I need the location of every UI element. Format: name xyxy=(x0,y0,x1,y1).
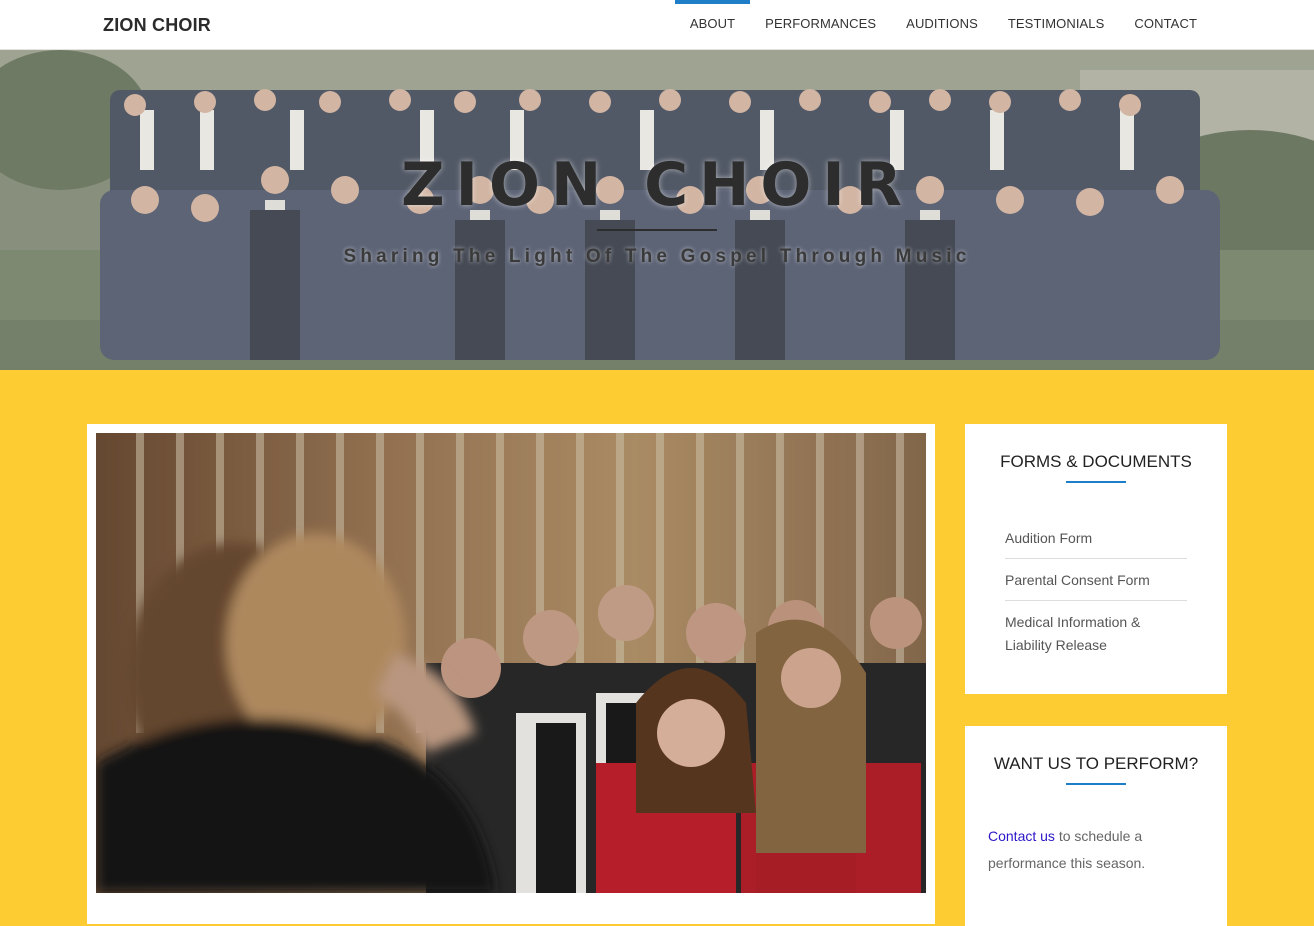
nav-auditions[interactable]: AUDITIONS xyxy=(891,0,993,50)
hero-subtitle: Sharing The Light Of The Gospel Through … xyxy=(343,246,971,267)
hero-divider xyxy=(597,229,717,231)
forms-title-underline xyxy=(1066,481,1126,483)
hero-title: ZION CHOIR xyxy=(401,150,913,220)
nav-testimonials[interactable]: TESTIMONIALS xyxy=(993,0,1120,50)
contact-us-link[interactable]: Contact us xyxy=(988,828,1055,844)
main-content-card xyxy=(87,424,935,924)
choir-performance-photo xyxy=(96,433,926,893)
forms-widget: FORMS & DOCUMENTS Audition Form Parental… xyxy=(965,424,1227,694)
nav-about[interactable]: ABOUT xyxy=(674,0,751,50)
perform-title-underline xyxy=(1066,783,1126,785)
site-header: ZION CHOIR ABOUT PERFORMANCES AUDITIONS … xyxy=(0,0,1314,50)
form-link-medical-release[interactable]: Medical Information & Liability Release xyxy=(1005,610,1187,665)
perform-widget-title: WANT US TO PERFORM? xyxy=(993,754,1199,773)
forms-list: Audition Form Parental Consent Form Medi… xyxy=(1005,526,1187,674)
form-link-audition[interactable]: Audition Form xyxy=(1005,526,1187,559)
perform-widget: WANT US TO PERFORM? Contact us to schedu… xyxy=(965,726,1227,926)
perform-text: Contact us to schedule a performance thi… xyxy=(988,823,1188,877)
hero-banner: ZION CHOIR Sharing The Light Of The Gosp… xyxy=(0,50,1314,370)
choir-performance-image xyxy=(96,433,926,893)
main-nav: ABOUT PERFORMANCES AUDITIONS TESTIMONIAL… xyxy=(674,0,1212,50)
nav-performances[interactable]: PERFORMANCES xyxy=(750,0,891,50)
nav-contact[interactable]: CONTACT xyxy=(1119,0,1212,50)
form-link-parental-consent[interactable]: Parental Consent Form xyxy=(1005,568,1187,601)
site-logo[interactable]: ZION CHOIR xyxy=(103,15,211,36)
forms-widget-title: FORMS & DOCUMENTS xyxy=(1000,452,1192,471)
